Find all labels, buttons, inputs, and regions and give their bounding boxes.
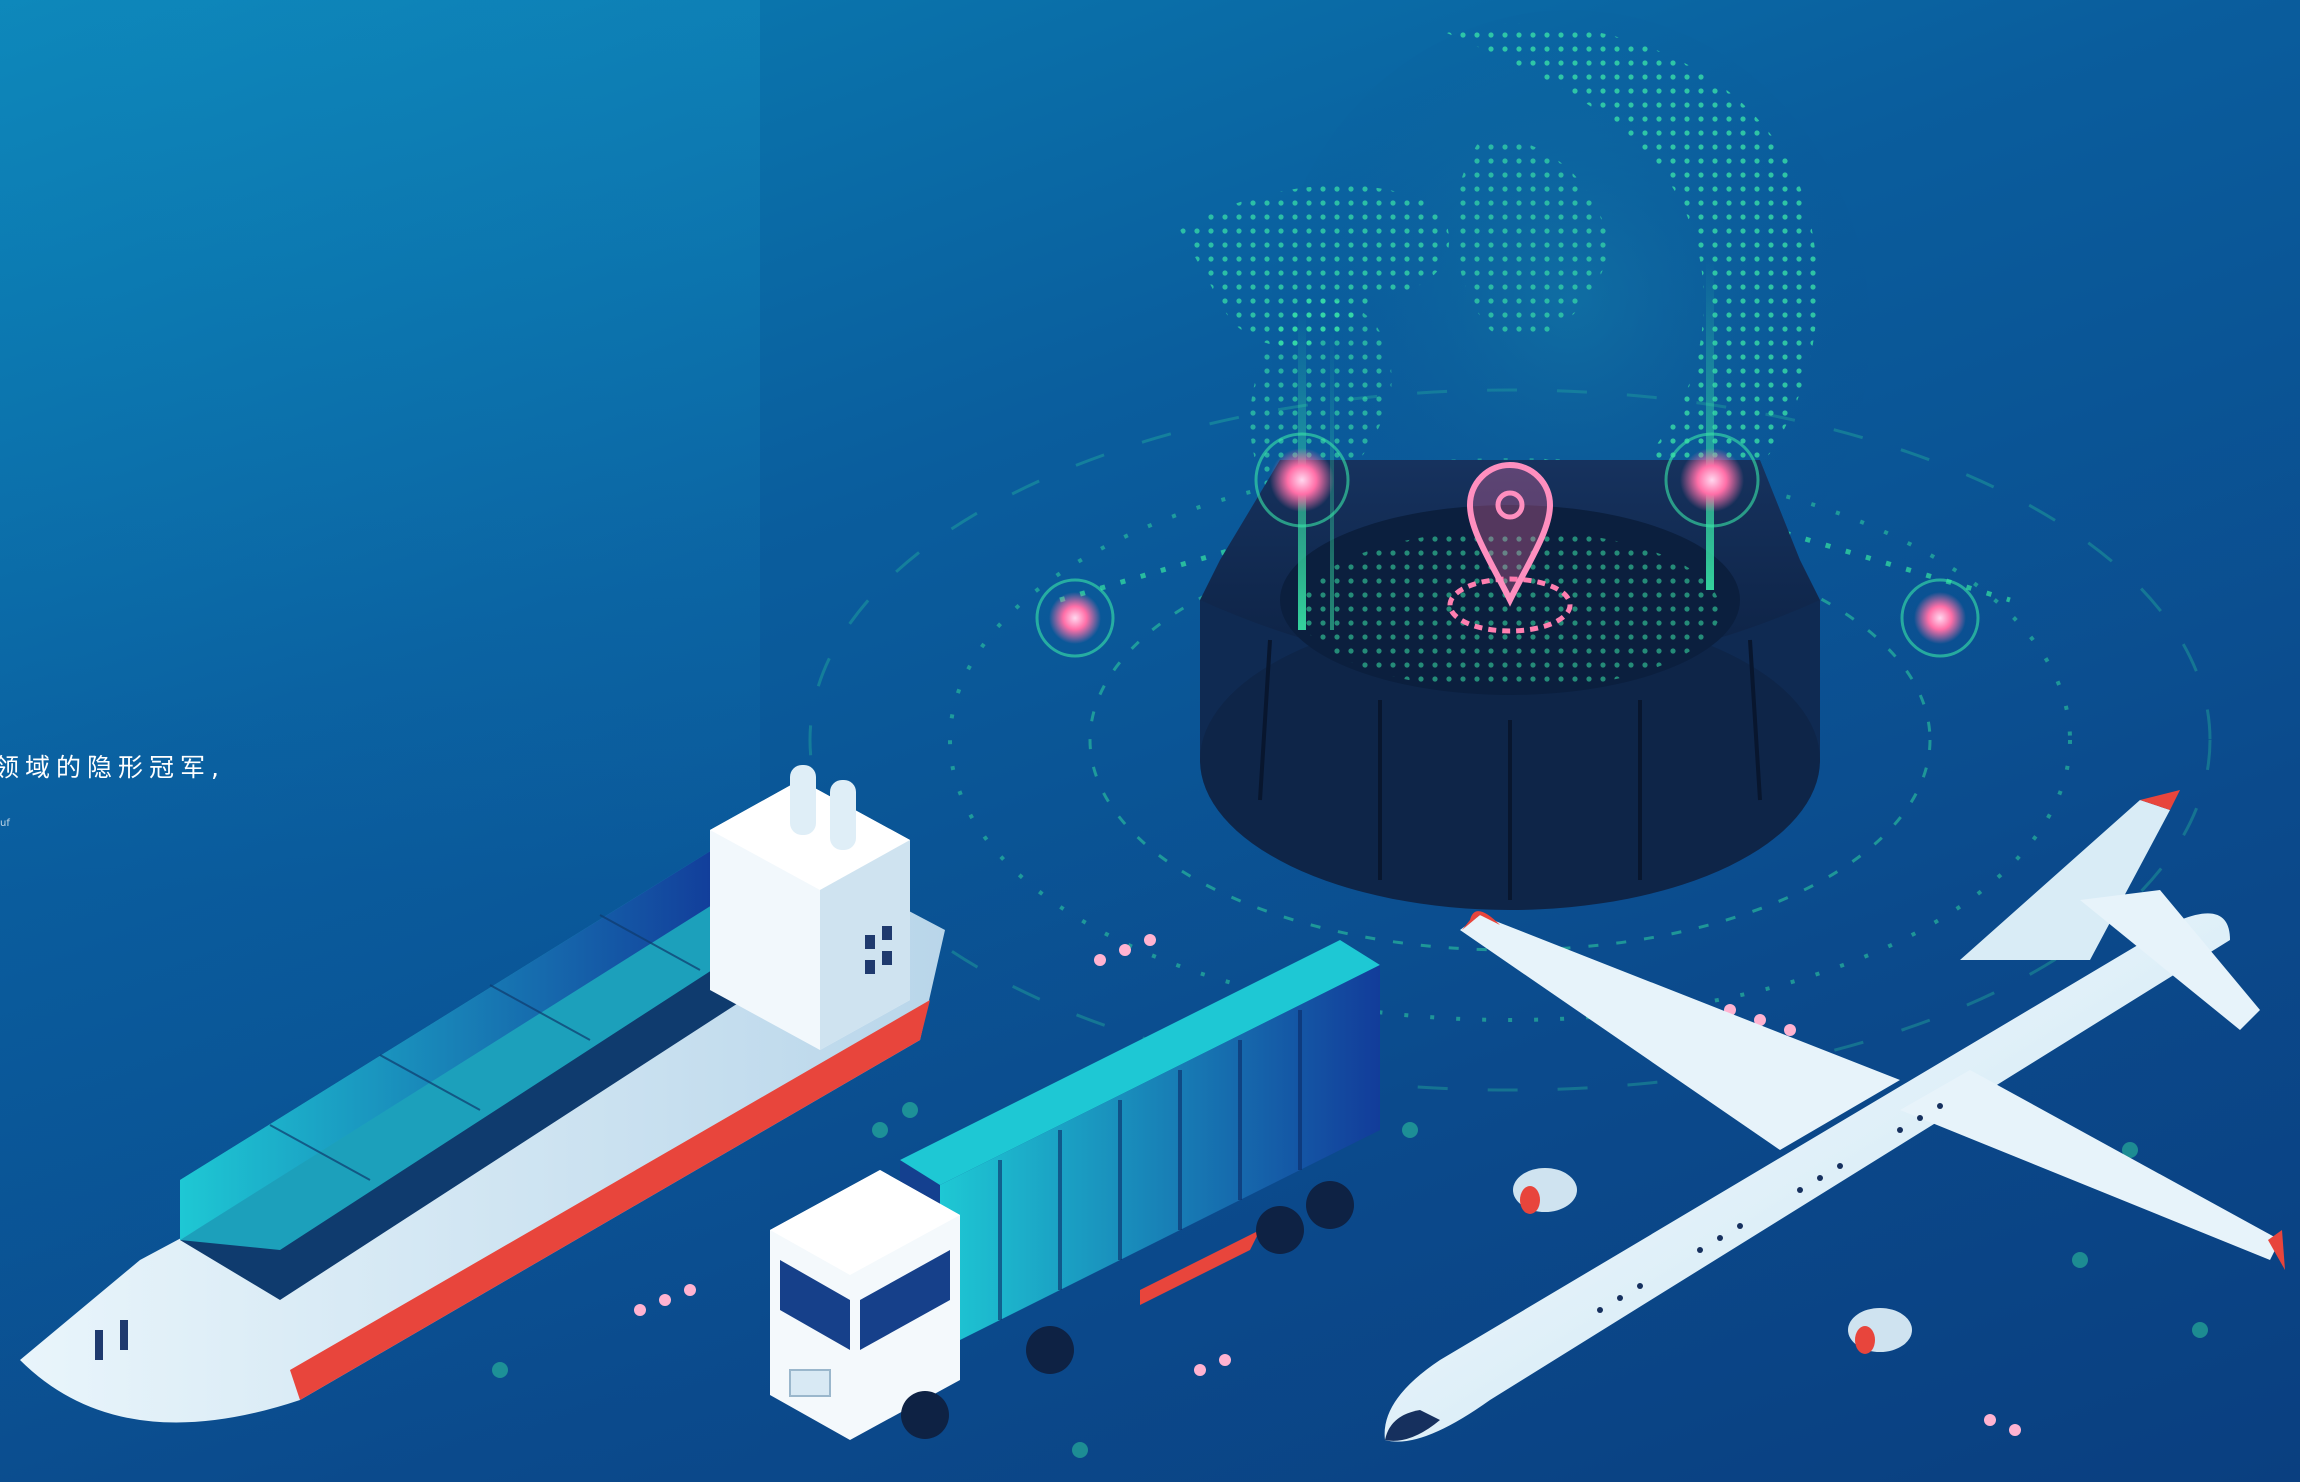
logistics-illustration — [20, 10, 2285, 1458]
hero-banner: 领域的隐形冠军, uf — [0, 0, 2300, 1482]
hero-headline: 领域的隐形冠军, — [0, 753, 225, 782]
hero-subline: uf — [0, 818, 10, 829]
